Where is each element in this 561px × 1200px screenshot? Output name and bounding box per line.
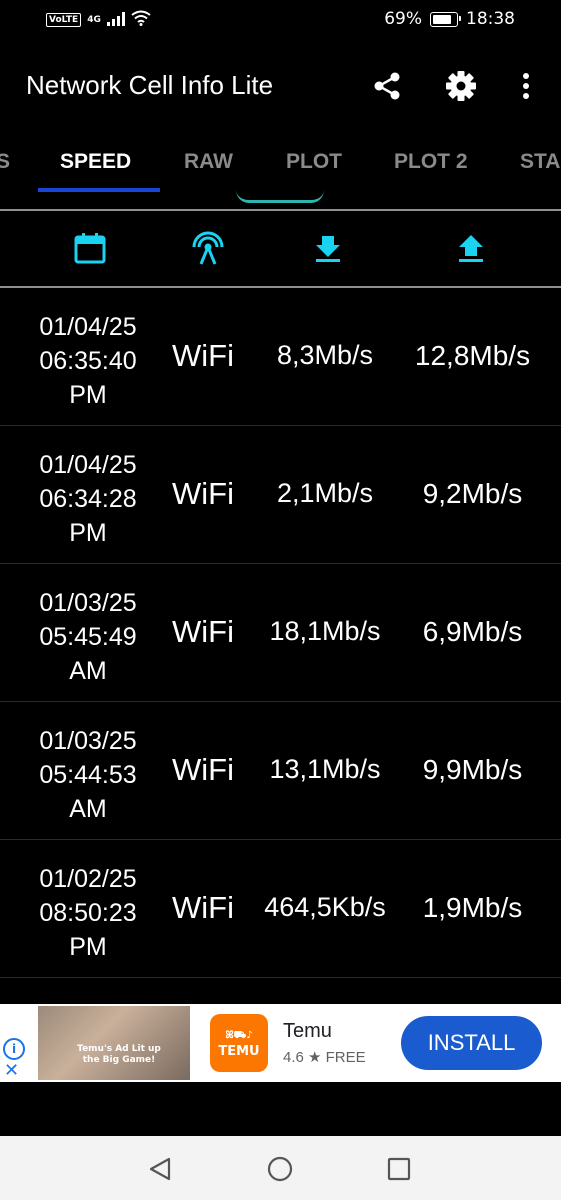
tab-bar: S SPEED RAW PLOT PLOT 2 STA [0, 138, 561, 208]
ad-banner[interactable]: i ✕ Temu's Ad Lit up the Big Game! ꕤ⛟♪ T… [0, 1004, 561, 1082]
close-icon[interactable]: ✕ [4, 1060, 19, 1081]
app-title: Network Cell Info Lite [26, 70, 274, 100]
more-vert-icon[interactable] [508, 68, 544, 104]
divider-top [0, 209, 561, 211]
row-datetime: 01/04/25 06:35:40 PM [18, 310, 158, 412]
clock: 18:38 [466, 9, 515, 29]
row-download-speed: 2,1Mb/s [276, 478, 374, 508]
tab-sta[interactable]: STA [520, 150, 560, 174]
scroll-hint [236, 190, 324, 203]
row-datetime: 01/04/25 06:34:28 PM [18, 448, 158, 550]
ad-image-text: Temu's Ad Lit up the Big Game! [77, 1044, 161, 1065]
row-connection-type: WiFi [172, 752, 234, 787]
table-row[interactable]: 01/04/25 06:35:40 PM WiFi 8,3Mb/s 12,8Mb… [0, 288, 561, 426]
table-row[interactable]: 01/04/25 06:34:28 PM WiFi 2,1Mb/s 9,2Mb/… [0, 426, 561, 564]
row-connection-type: WiFi [172, 890, 234, 925]
download-icon[interactable] [308, 228, 348, 268]
install-button[interactable]: INSTALL [401, 1016, 542, 1070]
wifi-icon [131, 10, 151, 30]
row-upload-speed: 1,9Mb/s [422, 892, 523, 923]
row-upload-speed: 9,2Mb/s [422, 478, 523, 509]
row-date: 01/03/25 [39, 727, 137, 755]
back-icon[interactable] [145, 1154, 175, 1184]
signal-icon [106, 11, 125, 30]
tab-raw[interactable]: RAW [184, 150, 233, 174]
row-time: 08:50:23 [39, 899, 137, 927]
ad-rating: 4.6 ★ FREE [283, 1049, 366, 1066]
row-time: 05:44:53 [39, 761, 137, 789]
battery-icon [430, 11, 461, 27]
row-time: 06:34:28 [39, 485, 137, 513]
status-bar: VoLTE 4G 69% 18:38 [0, 0, 561, 42]
temu-logo[interactable]: ꕤ⛟♪ TEMU [210, 1014, 268, 1072]
row-ampm: PM [69, 933, 107, 961]
network-type: 4G [87, 15, 101, 25]
status-left: VoLTE 4G [46, 10, 151, 30]
home-icon[interactable] [265, 1154, 295, 1184]
row-connection-type: WiFi [172, 338, 234, 373]
row-upload-speed: 9,9Mb/s [422, 754, 523, 785]
upload-icon[interactable] [451, 228, 491, 268]
temu-logo-glyphs: ꕤ⛟♪ [225, 1030, 253, 1041]
row-time: 05:45:49 [39, 623, 137, 651]
row-download-speed: 13,1Mb/s [269, 754, 381, 784]
recents-icon[interactable] [384, 1154, 414, 1184]
calendar-icon[interactable] [70, 228, 110, 268]
row-download-speed: 464,5Kb/s [264, 892, 386, 922]
row-ampm: AM [69, 657, 107, 685]
battery-percent: 69% [384, 9, 422, 29]
tab-plot[interactable]: PLOT [286, 150, 342, 174]
row-connection-type: WiFi [172, 614, 234, 649]
app-bar: Network Cell Info Lite [0, 50, 561, 122]
temu-logo-text: TEMU [218, 1044, 260, 1059]
table-row[interactable]: 01/03/25 05:44:53 AM WiFi 13,1Mb/s 9,9Mb… [0, 702, 561, 840]
status-right: 69% 18:38 [384, 9, 515, 29]
system-nav-bar [0, 1136, 561, 1200]
gear-icon[interactable] [443, 68, 479, 104]
tab-partial-left[interactable]: S [0, 150, 10, 174]
table-row[interactable]: 01/02/25 08:50:23 PM WiFi 464,5Kb/s 1,9M… [0, 840, 561, 978]
antenna-icon[interactable] [188, 228, 228, 268]
row-date: 01/04/25 [39, 451, 137, 479]
row-connection-type: WiFi [172, 476, 234, 511]
row-upload-speed: 6,9Mb/s [422, 616, 523, 647]
row-date: 01/03/25 [39, 589, 137, 617]
row-ampm: PM [69, 519, 107, 547]
row-datetime: 01/03/25 05:45:49 AM [18, 586, 158, 688]
ad-image[interactable]: Temu's Ad Lit up the Big Game! [38, 1006, 190, 1080]
row-time: 06:35:40 [39, 347, 137, 375]
table-row[interactable]: 01/03/25 05:45:49 AM WiFi 18,1Mb/s 6,9Mb… [0, 564, 561, 702]
volte-indicator: VoLTE [46, 13, 82, 27]
ad-app-name: Temu [283, 1020, 332, 1042]
row-datetime: 01/02/25 08:50:23 PM [18, 862, 158, 964]
share-icon[interactable] [369, 68, 405, 104]
row-download-speed: 18,1Mb/s [269, 616, 381, 646]
row-ampm: AM [69, 795, 107, 823]
tab-speed[interactable]: SPEED [60, 150, 131, 174]
row-download-speed: 8,3Mb/s [276, 340, 374, 370]
row-date: 01/02/25 [39, 865, 137, 893]
row-date: 01/04/25 [39, 313, 137, 341]
tab-plot-2[interactable]: PLOT 2 [394, 150, 468, 174]
toolbar [0, 212, 561, 286]
row-ampm: PM [69, 381, 107, 409]
row-datetime: 01/03/25 05:44:53 AM [18, 724, 158, 826]
active-tab-indicator [38, 188, 160, 192]
row-upload-speed: 12,8Mb/s [414, 340, 531, 371]
info-icon[interactable]: i [3, 1038, 25, 1060]
